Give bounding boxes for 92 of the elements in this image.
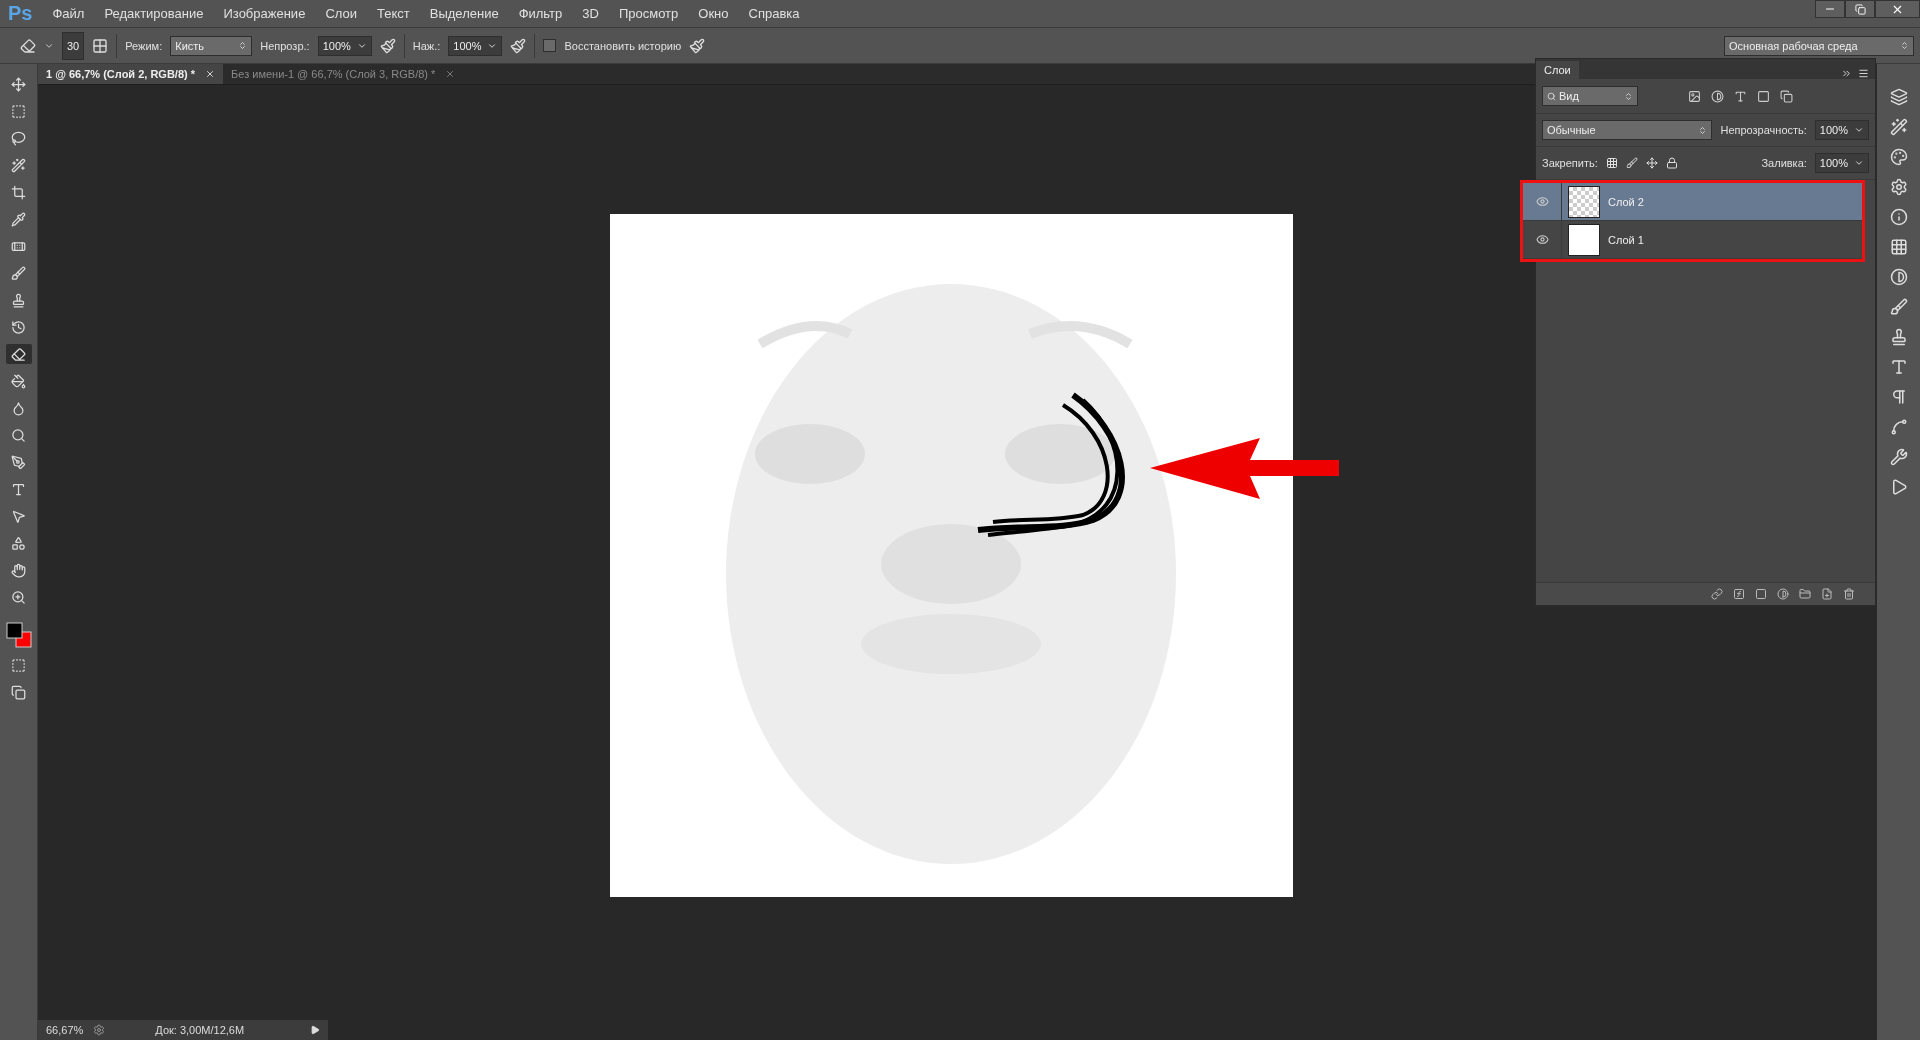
- panel-tab[interactable]: Слои: [1536, 61, 1579, 79]
- minimize-button[interactable]: [1815, 0, 1845, 18]
- gear-icon[interactable]: [93, 1024, 106, 1036]
- layers-icon[interactable]: [1889, 88, 1908, 106]
- mode-dropdown[interactable]: Кисть: [170, 35, 253, 56]
- blend-mode-dropdown[interactable]: Обычные: [1542, 120, 1713, 140]
- menu-item[interactable]: Изображение: [213, 6, 316, 21]
- restore-history-checkbox[interactable]: [543, 39, 557, 52]
- menu-item[interactable]: Текст: [367, 6, 420, 21]
- brush-icon[interactable]: [1889, 298, 1908, 316]
- lock-label: Закрепить:: [1542, 157, 1598, 169]
- half-circle-icon[interactable]: [1889, 268, 1908, 286]
- caret-icon: [1854, 158, 1864, 168]
- flow-label: Наж.:: [412, 39, 441, 52]
- workspace-dropdown[interactable]: Основная рабочая среда: [1724, 35, 1914, 56]
- half-circle-icon[interactable]: [1711, 89, 1724, 103]
- fill-field[interactable]: 100%: [1814, 153, 1869, 173]
- brush-size-picker[interactable]: 30: [62, 31, 85, 60]
- type-icon[interactable]: [1734, 89, 1747, 103]
- menu-item[interactable]: Просмотр: [608, 6, 689, 21]
- spinner-arrows-icon: [1624, 91, 1633, 101]
- flow-field[interactable]: 100%: [448, 35, 503, 56]
- airbrush-icon[interactable]: [510, 37, 527, 54]
- path-icon[interactable]: [1889, 418, 1908, 436]
- menu-item[interactable]: Файл: [42, 6, 95, 21]
- mask-icon[interactable]: [1755, 588, 1767, 600]
- eraser-icon[interactable]: [5, 344, 32, 364]
- trash-icon[interactable]: [1843, 588, 1855, 600]
- menu-item[interactable]: Окно: [688, 6, 739, 21]
- filter-dropdown[interactable]: Вид: [1542, 86, 1638, 106]
- document-tab[interactable]: 1 @ 66,7% (Слой 2, RGB/8) *: [38, 64, 224, 84]
- brush-panel-icon[interactable]: [92, 37, 109, 54]
- layer-thumbnail: [1568, 185, 1600, 218]
- layer-name: Слой 2: [1608, 195, 1644, 208]
- layer-row[interactable]: Слой 2: [1523, 183, 1862, 221]
- smart-object-icon[interactable]: [1780, 89, 1793, 103]
- mode-label: Режим:: [125, 39, 163, 52]
- stamp-icon[interactable]: [1889, 328, 1908, 346]
- play-icon[interactable]: [310, 1025, 320, 1035]
- folder-icon[interactable]: [1799, 588, 1811, 600]
- document-size: Док: 3,00M/12,6M: [155, 1024, 245, 1036]
- image-icon[interactable]: [1688, 89, 1701, 103]
- eraser-icon[interactable]: [20, 37, 36, 54]
- tools-icon[interactable]: [1889, 448, 1908, 466]
- menu-icon[interactable]: [1858, 68, 1869, 79]
- opacity-field[interactable]: 100%: [1814, 120, 1869, 140]
- new-layer-icon[interactable]: [1821, 588, 1833, 600]
- close-icon[interactable]: [445, 69, 456, 79]
- shape-icon[interactable]: [1757, 89, 1770, 103]
- type-icon[interactable]: [1889, 358, 1908, 376]
- pressure-size-icon[interactable]: [689, 37, 706, 54]
- close-button[interactable]: [1875, 0, 1920, 18]
- menu-item[interactable]: 3D: [572, 6, 609, 21]
- close-icon[interactable]: [205, 69, 216, 79]
- palette-icon[interactable]: [1889, 148, 1908, 166]
- color-swatches-icon[interactable]: [5, 622, 32, 648]
- menu-item[interactable]: Выделение: [419, 6, 509, 21]
- restore-button[interactable]: [1845, 0, 1875, 18]
- fill-label: Заливка:: [1761, 157, 1807, 169]
- opacity-label: Непрозрачность:: [1720, 124, 1807, 136]
- menu-item[interactable]: Фильтр: [508, 6, 573, 21]
- layer-row[interactable]: Слой 1: [1523, 221, 1862, 259]
- spinner-arrows-icon: [1900, 41, 1909, 50]
- search-icon: [1547, 91, 1556, 101]
- app-logo: Ps: [7, 2, 34, 25]
- opacity-field[interactable]: 100%: [317, 35, 372, 56]
- layer-name: Слой 1: [1608, 233, 1644, 246]
- menu-item[interactable]: Справка: [738, 6, 810, 21]
- link-icon[interactable]: [1711, 588, 1723, 600]
- pressure-opacity-icon[interactable]: [379, 37, 396, 54]
- lock-icon[interactable]: [1665, 157, 1678, 169]
- lock-pixels-icon[interactable]: [1605, 157, 1618, 169]
- eye-icon: [1535, 195, 1549, 208]
- spinner-arrows-icon: [1698, 125, 1708, 135]
- opacity-label: Непрозр.:: [260, 39, 310, 52]
- half-circle-icon[interactable]: [1777, 588, 1789, 600]
- restore-history-label: Восстановить историю: [564, 39, 682, 52]
- gear-icon[interactable]: [1889, 178, 1908, 196]
- layer-thumbnail: [1568, 223, 1600, 256]
- caret-icon: [1854, 125, 1864, 135]
- restore-icon: [1854, 3, 1866, 15]
- menu-item[interactable]: Слои: [315, 6, 367, 21]
- collapse-icon[interactable]: [1841, 68, 1852, 79]
- grid-icon[interactable]: [1889, 238, 1908, 256]
- menu-item[interactable]: Редактирование: [94, 6, 214, 21]
- fx-icon[interactable]: [1733, 588, 1745, 600]
- move-icon[interactable]: [1645, 157, 1658, 169]
- zoom-level: 66,67%: [46, 1024, 84, 1036]
- eye-icon: [1535, 233, 1549, 246]
- info-icon[interactable]: [1889, 208, 1908, 226]
- brush-icon[interactable]: [1625, 157, 1638, 169]
- spinner-arrows-icon: [238, 41, 248, 50]
